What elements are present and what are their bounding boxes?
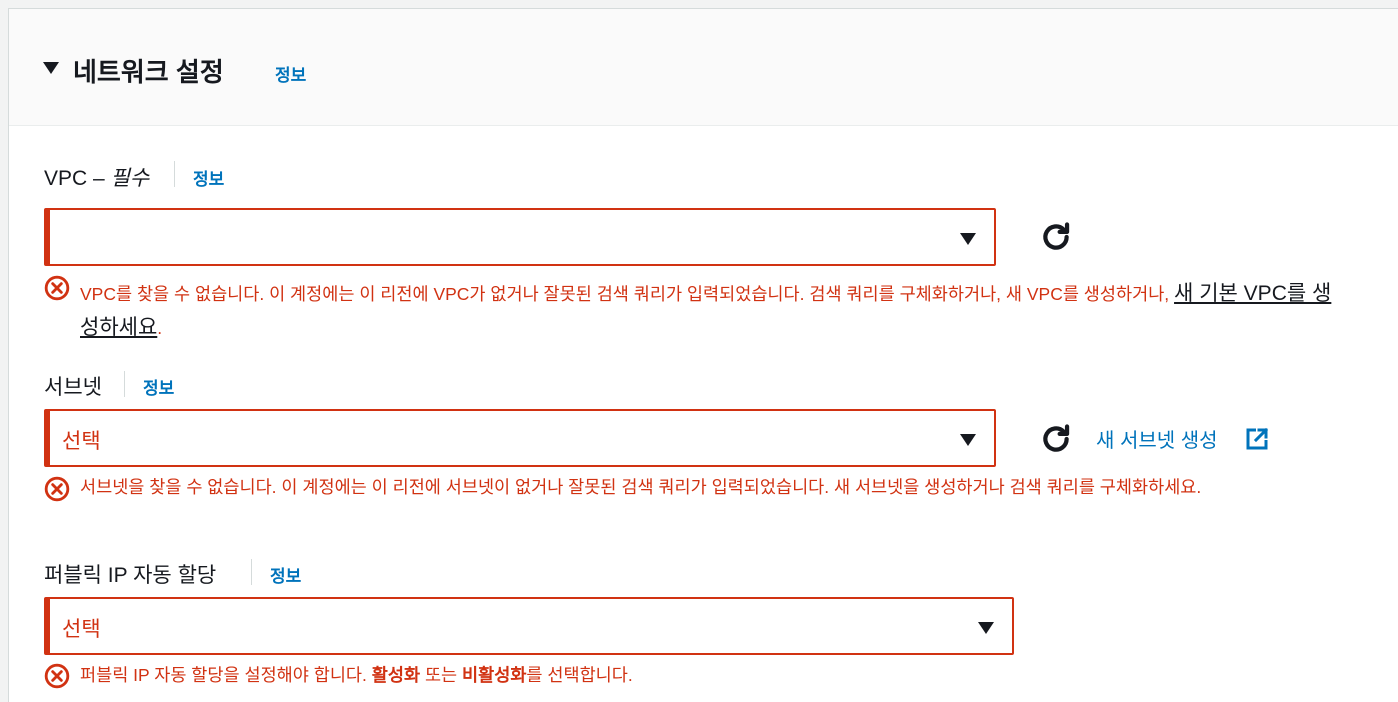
vpc-select[interactable] (44, 208, 996, 266)
subnet-error-message: 서브넷을 찾을 수 없습니다. 이 계정에는 이 리전에 서브넷이 없거나 잘못… (80, 477, 1202, 497)
section-info-link[interactable]: 정보 (275, 61, 306, 86)
subnet-info-link[interactable]: 정보 (143, 374, 174, 399)
public-ip-info-link[interactable]: 정보 (270, 562, 301, 587)
vpc-refresh-icon[interactable] (1039, 220, 1073, 254)
label-divider (174, 161, 175, 187)
caret-down-icon (960, 233, 976, 245)
vpc-info-link[interactable]: 정보 (193, 165, 224, 190)
subnet-select[interactable]: 선택 (44, 409, 996, 467)
caret-down-icon (960, 434, 976, 446)
vpc-label: VPC – 필수 (44, 167, 150, 190)
subnet-label: 서브넷 (44, 376, 102, 399)
caret-down-icon[interactable] (43, 62, 59, 74)
subnet-select-value: 선택 (62, 430, 101, 453)
label-divider (124, 371, 125, 397)
required-marker: 필수 (110, 167, 150, 190)
caret-down-icon (978, 622, 994, 634)
panel-header[interactable]: 네트워크 설정 정보 (9, 9, 1398, 126)
external-link-icon[interactable] (1245, 427, 1269, 451)
vpc-error-message: VPC를 찾을 수 없습니다. 이 계정에는 이 리전에 VPC가 없거나 잘못… (80, 282, 1332, 339)
panel-title: 네트워크 설정 (73, 57, 224, 87)
error-icon (44, 476, 70, 502)
public-ip-label: 퍼블릭 IP 자동 할당 (44, 564, 217, 587)
public-ip-error-message: 퍼블릭 IP 자동 할당을 설정해야 합니다. 활성화 또는 비활성화를 선택합… (80, 665, 633, 685)
subnet-refresh-icon[interactable] (1039, 422, 1073, 456)
error-icon (44, 275, 70, 301)
label-divider (251, 559, 252, 585)
public-ip-select-value: 선택 (62, 618, 101, 641)
error-icon (44, 663, 70, 689)
create-subnet-link[interactable]: 새 서브넷 생성 (1096, 424, 1218, 453)
public-ip-select[interactable]: 선택 (44, 597, 1014, 655)
